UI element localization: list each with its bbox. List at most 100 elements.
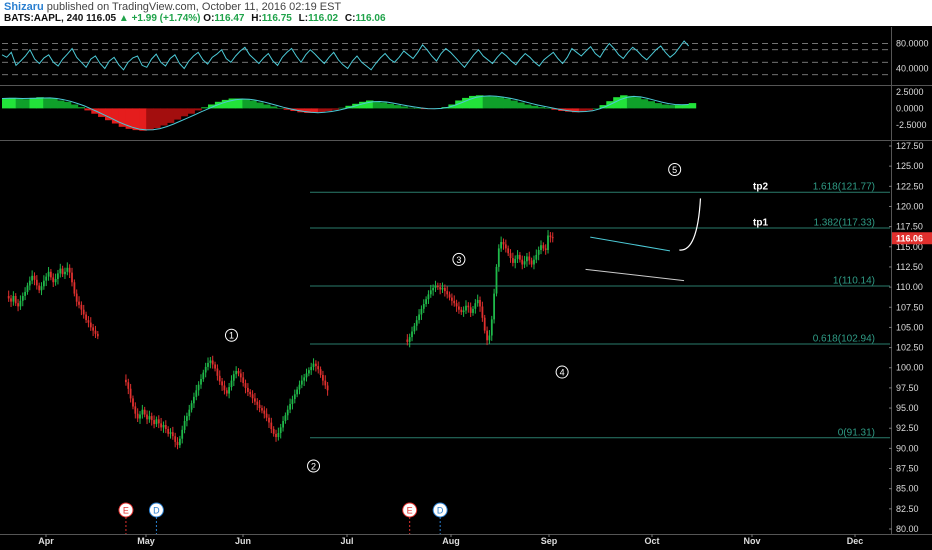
rsi-line — [1, 40, 690, 71]
candle-body — [251, 394, 254, 399]
candle-body — [540, 245, 542, 250]
macd-histogram-bar — [496, 97, 504, 109]
candle-body — [146, 414, 148, 420]
candle-body — [535, 254, 538, 260]
candle-body — [406, 339, 409, 342]
flag-upper-line — [590, 236, 671, 252]
candle-body — [35, 279, 38, 286]
macd-tick-label: 2.5000 — [896, 87, 924, 97]
candle-body — [427, 294, 430, 300]
candle-body — [232, 374, 235, 381]
candle-body — [85, 314, 87, 321]
fib-level-label: 1.618(121.77) — [813, 182, 875, 193]
macd-histogram-bar — [317, 108, 326, 113]
rsi-panel[interactable] — [1, 40, 890, 76]
macd-histogram-bar — [544, 108, 552, 109]
macd-histogram-bar — [153, 108, 161, 129]
candle-body — [125, 379, 127, 383]
candle-body — [87, 320, 90, 323]
time-axis[interactable]: Apr May Jun Jul Aug Sep Oct Nov Dec — [38, 534, 863, 546]
candle-body — [247, 387, 249, 392]
candle-body — [411, 331, 413, 338]
macd-panel[interactable] — [1, 95, 697, 131]
macd-histogram-bar — [324, 108, 333, 111]
candle-body — [289, 404, 291, 410]
macd-histogram-bar — [77, 107, 85, 109]
candle-body — [19, 300, 22, 307]
candle-body — [26, 285, 29, 292]
candle-body — [228, 387, 230, 394]
candle-body — [68, 267, 71, 273]
macd-histogram-bar — [585, 108, 594, 111]
candle-body — [549, 235, 552, 238]
candle-body — [472, 308, 474, 313]
candle-body — [148, 416, 151, 420]
price-tick-label: 120.00 — [896, 201, 924, 211]
price-tick-label: 85.00 — [896, 484, 919, 494]
candle-body — [169, 432, 172, 434]
price-axis[interactable]: 80.0000 40.0000 2.5000 0.0000 -2.5000 127.50 1… — [889, 39, 932, 535]
candle-body — [162, 425, 165, 428]
candle-body — [61, 268, 64, 275]
macd-histogram-bar — [414, 108, 422, 109]
candle-body — [303, 377, 306, 381]
macd-histogram-bar — [626, 95, 635, 109]
candle-body — [57, 273, 59, 279]
macd-histogram-bar — [256, 102, 264, 109]
wave-label: 1 — [229, 331, 234, 341]
candle-body — [92, 327, 94, 331]
macd-histogram-bar — [517, 102, 525, 109]
candle-body — [481, 306, 484, 318]
candle-body — [78, 301, 80, 305]
chart-canvas[interactable]: 1.618(121.77) tp2 1.382(117.33) tp1 1(110.14… — [0, 0, 932, 550]
candle-body — [310, 366, 313, 371]
event-label: D — [437, 506, 444, 516]
candle-body — [467, 305, 470, 308]
candle-body — [256, 401, 259, 405]
price-tick-label: 97.50 — [896, 383, 919, 393]
candle-body — [211, 360, 214, 365]
candle-body — [64, 271, 66, 275]
price-tick-label: 125.00 — [896, 161, 924, 171]
candle-body — [444, 287, 446, 292]
price-tick-label: 105.00 — [896, 322, 924, 332]
macd-histogram-bar — [242, 99, 250, 109]
time-tick-label: Nov — [743, 536, 760, 546]
candle-body — [504, 244, 507, 249]
candle-body — [497, 248, 500, 267]
candle-body — [235, 371, 238, 375]
candle-body — [476, 300, 479, 304]
macd-histogram-bar — [56, 100, 65, 109]
candle-body — [315, 363, 317, 367]
candle-body — [483, 317, 486, 331]
candle-body — [526, 256, 528, 262]
candle-body — [441, 287, 444, 290]
candle-body — [12, 296, 15, 302]
candle-body — [204, 366, 207, 373]
candle-body — [436, 285, 439, 288]
time-tick-label: Dec — [847, 536, 864, 546]
candle-body — [420, 308, 423, 315]
wave-label: 2 — [311, 461, 316, 471]
candle-body — [239, 373, 242, 378]
macd-histogram-bar — [173, 108, 182, 120]
price-tick-label: 107.50 — [896, 302, 924, 312]
price-panel[interactable]: 1.618(121.77) tp2 1.382(117.33) tp1 1(110.14… — [7, 163, 890, 534]
fib-level-label: 1.382(117.33) — [813, 218, 875, 229]
macd-histogram-bar — [331, 108, 340, 110]
candle-body — [75, 293, 78, 302]
candle-body — [521, 259, 524, 265]
candle-body — [275, 433, 277, 438]
candle-body — [21, 296, 24, 301]
macd-histogram-bar — [22, 99, 31, 109]
candle-body — [451, 297, 453, 301]
candle-body — [150, 416, 153, 421]
candle-body — [542, 245, 545, 249]
candle-body — [279, 427, 282, 433]
event-label: E — [407, 506, 413, 516]
price-tick-label: 122.50 — [896, 181, 924, 191]
candle-body — [509, 253, 512, 258]
macd-histogram-bar — [166, 108, 175, 123]
candle-body — [200, 379, 202, 385]
price-tick-label: 112.50 — [896, 262, 923, 272]
